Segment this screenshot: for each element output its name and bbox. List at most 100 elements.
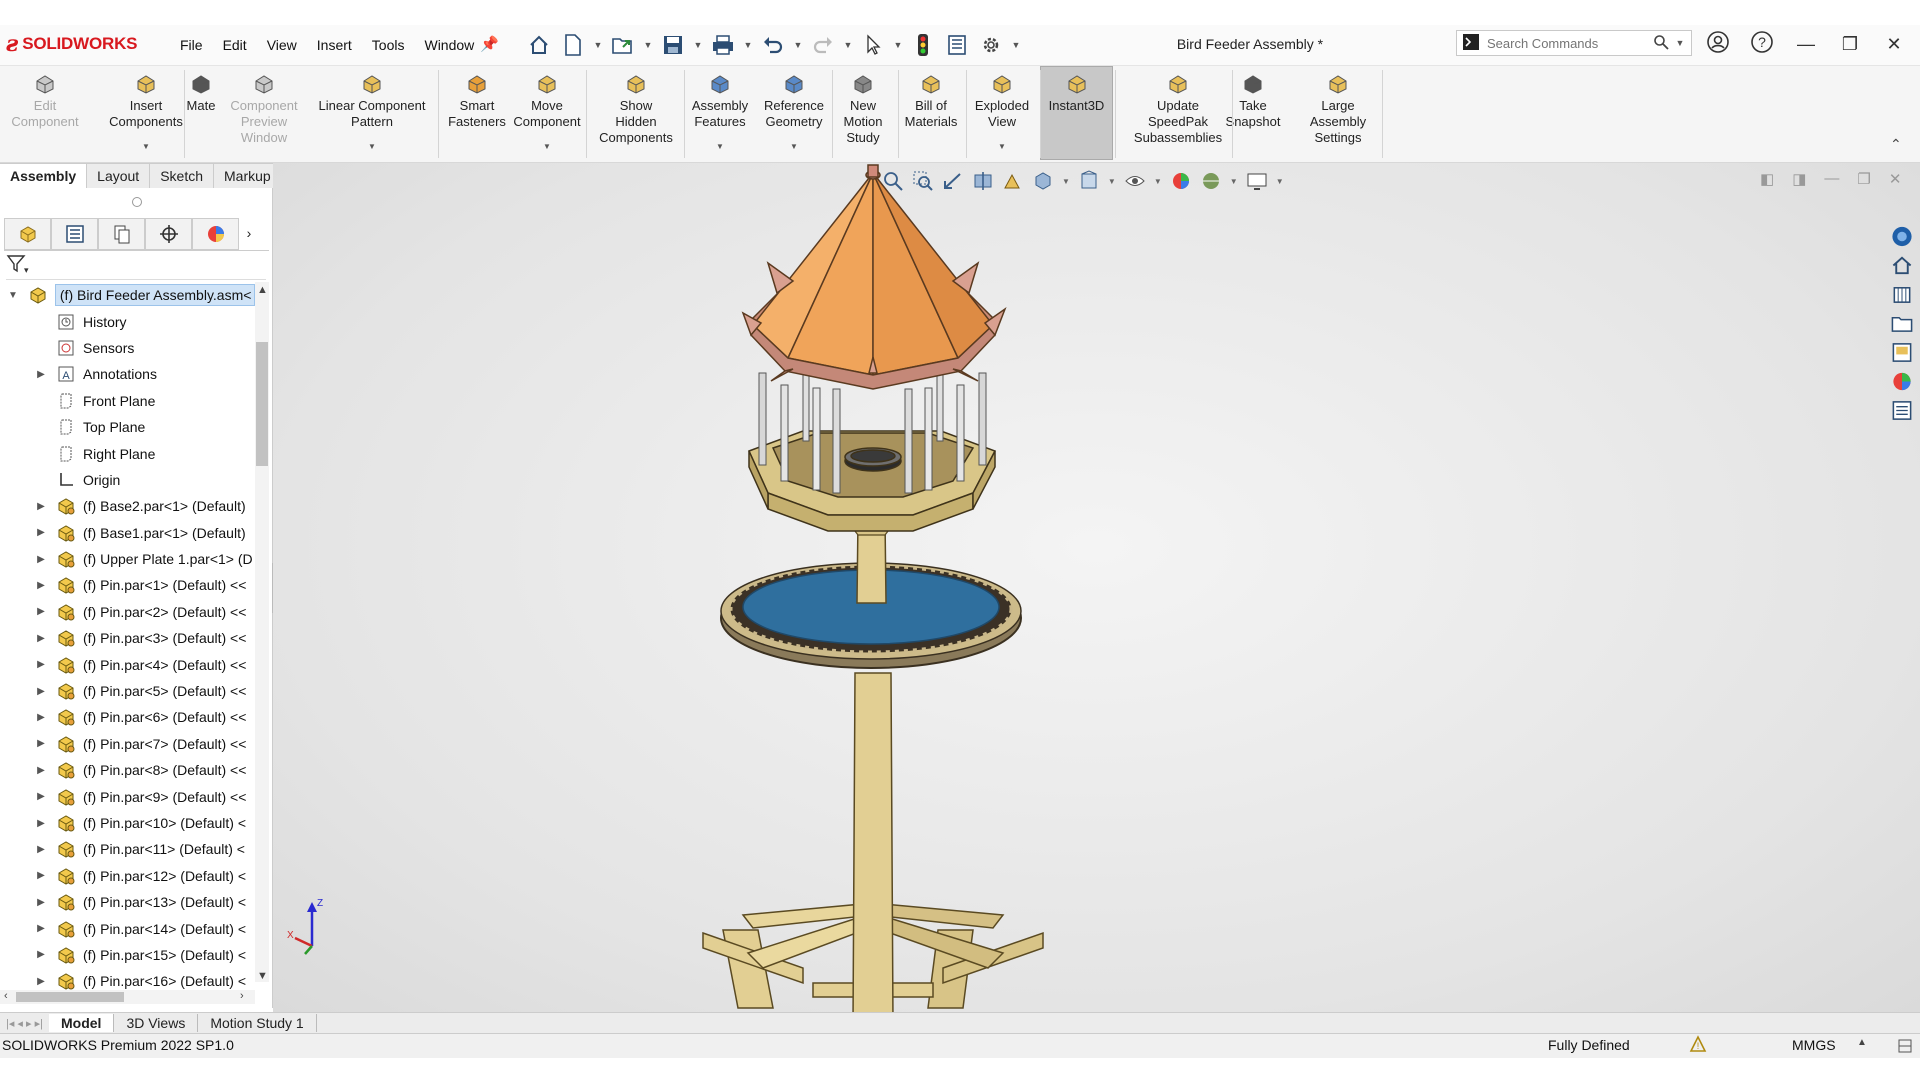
select-cursor-icon[interactable]: [859, 31, 887, 59]
menu-file[interactable]: File: [170, 34, 213, 56]
expand-arrow-icon[interactable]: ▶: [34, 765, 48, 776]
new-motion-study-button[interactable]: New Motion Study: [830, 72, 896, 146]
tree-item[interactable]: ▶ (f) Pin.par<7> (Default) <<: [0, 731, 255, 757]
feature-manager-tab-icon[interactable]: [4, 218, 51, 250]
tree-item[interactable]: ▶ (f) Pin.par<1> (Default) <<: [0, 572, 255, 598]
zoom-to-fit-icon[interactable]: [882, 170, 904, 192]
new-dropdown-caret[interactable]: ▼: [593, 40, 603, 50]
tree-scroll-thumb[interactable]: [256, 342, 268, 466]
bottom-tab-model[interactable]: Model: [48, 1014, 115, 1032]
bottom-tab-motion-study-1[interactable]: Motion Study 1: [198, 1014, 317, 1032]
home-icon[interactable]: [525, 31, 553, 59]
expand-arrow-icon[interactable]: ▶: [34, 923, 48, 934]
tree-item[interactable]: ▶ (f) Pin.par<14> (Default) <: [0, 915, 255, 941]
expand-arrow-icon[interactable]: ▶: [34, 712, 48, 723]
design-library-icon[interactable]: [1890, 283, 1914, 306]
status-units[interactable]: MMGS: [1792, 1037, 1836, 1053]
solidworks-logo[interactable]: ƨ SOLIDWORKS: [6, 29, 137, 59]
expand-arrow-icon[interactable]: ▶: [34, 686, 48, 697]
tree-hscroll-thumb[interactable]: [16, 992, 124, 1002]
filter-icon[interactable]: ▾: [6, 255, 30, 278]
file-properties-icon[interactable]: [943, 31, 971, 59]
open-dropdown-caret[interactable]: ▼: [643, 40, 653, 50]
search-icon[interactable]: [1653, 34, 1669, 53]
instant3d-button[interactable]: Instant3D: [1040, 72, 1113, 114]
zoom-to-area-icon[interactable]: [912, 170, 934, 192]
tree-item[interactable]: ▶ (f) Pin.par<11> (Default) <: [0, 836, 255, 862]
view-settings-icon[interactable]: [1246, 170, 1268, 192]
units-dropdown-caret[interactable]: ▲: [1857, 1037, 1867, 1048]
view-settings-caret[interactable]: ▼: [1276, 177, 1284, 186]
bird-feeder-model[interactable]: [273, 163, 1920, 1015]
section-view-icon[interactable]: [972, 170, 994, 192]
tree-item[interactable]: ▶ (f) Pin.par<10> (Default) <: [0, 810, 255, 836]
expand-arrow-icon[interactable]: ▶: [34, 369, 48, 380]
configuration-manager-tab-icon[interactable]: [98, 218, 145, 250]
display-style-caret[interactable]: ▼: [1108, 177, 1116, 186]
tree-item[interactable]: ▶ (f) Pin.par<3> (Default) <<: [0, 625, 255, 651]
apply-scene-icon[interactable]: [1200, 170, 1222, 192]
tree-item[interactable]: ▶ (f) Pin.par<15> (Default) <: [0, 942, 255, 968]
tree-item[interactable]: History: [0, 308, 255, 334]
save-dropdown-caret[interactable]: ▼: [693, 40, 703, 50]
expand-arrow-icon[interactable]: ▶: [34, 606, 48, 617]
tile-left-icon[interactable]: ◧: [1760, 170, 1774, 188]
scroll-down-icon[interactable]: ▼: [257, 970, 268, 982]
linear-pattern-dropdown-caret[interactable]: ▼: [368, 142, 376, 151]
hide-show-caret[interactable]: ▼: [1154, 177, 1162, 186]
custom-properties-icon[interactable]: [1890, 399, 1914, 422]
hide-show-items-icon[interactable]: [1124, 170, 1146, 192]
expand-arrow-icon[interactable]: ▶: [34, 501, 48, 512]
options-dropdown-caret[interactable]: ▼: [1011, 40, 1021, 50]
expand-arrow-icon[interactable]: ▶: [34, 659, 48, 670]
tree-item[interactable]: ▶ (f) Pin.par<2> (Default) <<: [0, 599, 255, 625]
tab-markup[interactable]: Markup: [214, 163, 282, 190]
rebuild-status-icon[interactable]: !: [1688, 1034, 1708, 1057]
expand-arrow-icon[interactable]: ▶: [34, 791, 48, 802]
help-icon[interactable]: ?: [1749, 30, 1775, 59]
tree-item[interactable]: ▶ (f) Base2.par<1> (Default): [0, 493, 255, 519]
update-speedpak-subassemblies-button[interactable]: Update SpeedPak Subassemblies: [1126, 72, 1230, 146]
bill-of-materials-button[interactable]: Bill of Materials: [898, 72, 964, 130]
large-assembly-settings-button[interactable]: Large Assembly Settings: [1296, 72, 1380, 146]
tree-item[interactable]: Top Plane: [0, 414, 255, 440]
tree-item[interactable]: ▶ (f) Pin.par<4> (Default) <<: [0, 651, 255, 677]
expand-arrow-icon[interactable]: ▶: [34, 976, 48, 987]
search-commands-box[interactable]: ▼: [1456, 30, 1692, 56]
search-input[interactable]: [1485, 34, 1647, 52]
view-orientation-icon[interactable]: [1032, 170, 1054, 192]
dimxpert-manager-tab-icon[interactable]: [145, 218, 192, 250]
tree-item[interactable]: ▶ (f) Pin.par<9> (Default) <<: [0, 783, 255, 809]
assembly-features-button[interactable]: Assembly Features: [688, 72, 752, 130]
undo-dropdown-caret[interactable]: ▼: [793, 40, 803, 50]
close-icon[interactable]: ✕: [1881, 34, 1907, 55]
tree-item[interactable]: ▶ (f) Base1.par<1> (Default): [0, 520, 255, 546]
expand-arrow-icon[interactable]: ▶: [34, 554, 48, 565]
tree-item[interactable]: Right Plane: [0, 440, 255, 466]
tab-assembly[interactable]: Assembly: [0, 163, 88, 190]
maximize-icon[interactable]: ❐: [1837, 34, 1863, 55]
menu-insert[interactable]: Insert: [307, 34, 362, 56]
move-component-button[interactable]: Move Component: [510, 72, 584, 130]
tree-item[interactable]: Front Plane: [0, 388, 255, 414]
search-dropdown-caret[interactable]: ▼: [1675, 38, 1685, 48]
pin-icon[interactable]: 📌: [480, 35, 499, 53]
insert-components-button[interactable]: Insert Components: [109, 72, 183, 130]
expand-arrow-icon[interactable]: ▶: [34, 870, 48, 881]
menu-edit[interactable]: Edit: [213, 34, 257, 56]
property-manager-tab-icon[interactable]: [51, 218, 98, 250]
bottom-tab-3d-views[interactable]: 3D Views: [114, 1014, 199, 1032]
apply-scene-caret[interactable]: ▼: [1230, 177, 1238, 186]
tree-item[interactable]: ▶ (f) Pin.par<5> (Default) <<: [0, 678, 255, 704]
expand-arrow-icon[interactable]: ▶: [34, 633, 48, 644]
tree-item[interactable]: ▶ (f) Pin.par<13> (Default) <: [0, 889, 255, 915]
previous-view-icon[interactable]: [942, 170, 964, 192]
solidworks-resources-icon[interactable]: [1890, 225, 1914, 248]
customize-status-icon[interactable]: [1895, 1036, 1915, 1059]
expand-arrow-icon[interactable]: ▶: [34, 844, 48, 855]
view-palette-icon[interactable]: [1890, 341, 1914, 364]
minimize-icon[interactable]: —: [1793, 34, 1819, 55]
edit-appearance-icon[interactable]: [1170, 170, 1192, 192]
options-gear-icon[interactable]: [977, 31, 1005, 59]
tree-item[interactable]: Origin: [0, 467, 255, 493]
